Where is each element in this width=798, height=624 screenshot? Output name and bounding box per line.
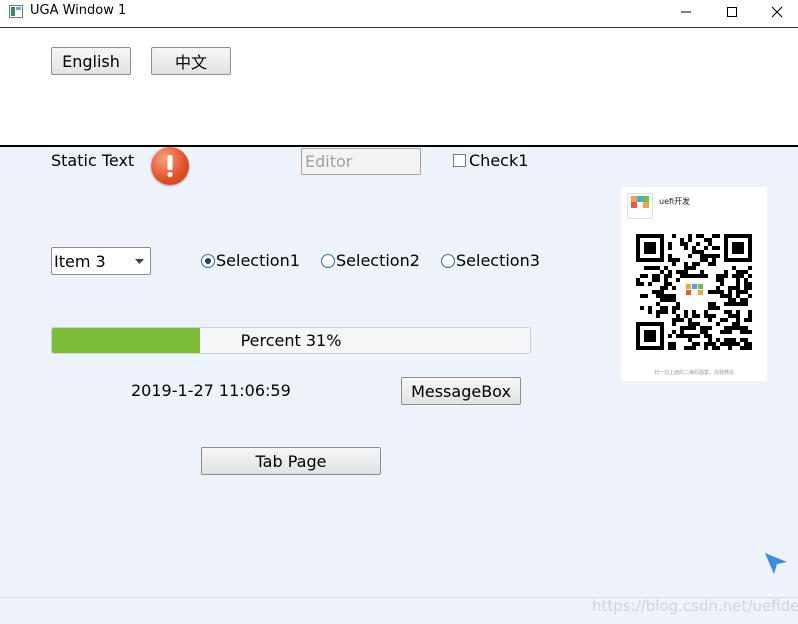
radio-selection1[interactable]: Selection1: [201, 251, 300, 270]
editor-field[interactable]: [301, 148, 421, 175]
radio-dot: [205, 257, 211, 264]
progress-text: Percent 31%: [240, 331, 342, 350]
warning-exclamation-icon: [151, 147, 189, 185]
account-name: uefi开发: [659, 197, 691, 206]
language-panel: English 中文: [0, 27, 798, 147]
maximize-icon: [727, 7, 737, 17]
minimize-icon: [681, 11, 691, 13]
app-window-icon: [9, 5, 23, 18]
minimize-button[interactable]: [663, 0, 709, 24]
chinese-button[interactable]: 中文: [151, 47, 231, 75]
static-text-label: Static Text: [51, 151, 135, 170]
radio-label: Selection1: [216, 251, 300, 270]
watermark-text: https://blog.csdn.net/uefidev: [592, 597, 798, 615]
radio-circle[interactable]: [201, 253, 215, 268]
qr-code-image: [636, 234, 752, 350]
radio-label: Selection3: [456, 251, 540, 270]
checkbox-label: Check1: [469, 151, 529, 170]
title-bar[interactable]: UGA Window 1: [0, 0, 798, 24]
radio-selection2[interactable]: Selection2: [321, 251, 420, 270]
radio-label: Selection2: [336, 251, 420, 270]
progress-bar: Percent 31%: [51, 327, 531, 354]
radio-circle[interactable]: [321, 253, 335, 268]
chevron-down-icon[interactable]: [128, 248, 150, 274]
account-logo-icon: [627, 193, 653, 219]
qr-caption: 扫一扫上面的二维码图案，加我微信: [653, 370, 734, 376]
exclamation-glyph: [167, 155, 173, 178]
window-title: UGA Window 1: [30, 3, 127, 18]
maximize-button[interactable]: [709, 0, 755, 24]
item-combobox[interactable]: Item 3: [51, 247, 151, 275]
cursor-arrow-icon: [765, 553, 787, 574]
datetime-label: 2019-1-27 11:06:59: [131, 381, 291, 400]
messagebox-button[interactable]: MessageBox: [401, 377, 521, 405]
tab-page-button[interactable]: Tab Page: [201, 447, 381, 475]
editor-input[interactable]: [305, 152, 420, 171]
checkbox-box[interactable]: [453, 154, 466, 167]
close-icon: [771, 6, 783, 18]
check1-checkbox[interactable]: Check1: [453, 151, 528, 170]
close-button[interactable]: [754, 0, 798, 24]
radio-selection3[interactable]: Selection3: [441, 251, 540, 270]
radio-circle[interactable]: [441, 253, 455, 268]
combo-selected-value: Item 3: [54, 251, 106, 271]
english-button[interactable]: English: [51, 47, 131, 75]
qr-code-card: uefi开发 扫一扫上面的二维码图案，加我微信: [621, 187, 767, 381]
